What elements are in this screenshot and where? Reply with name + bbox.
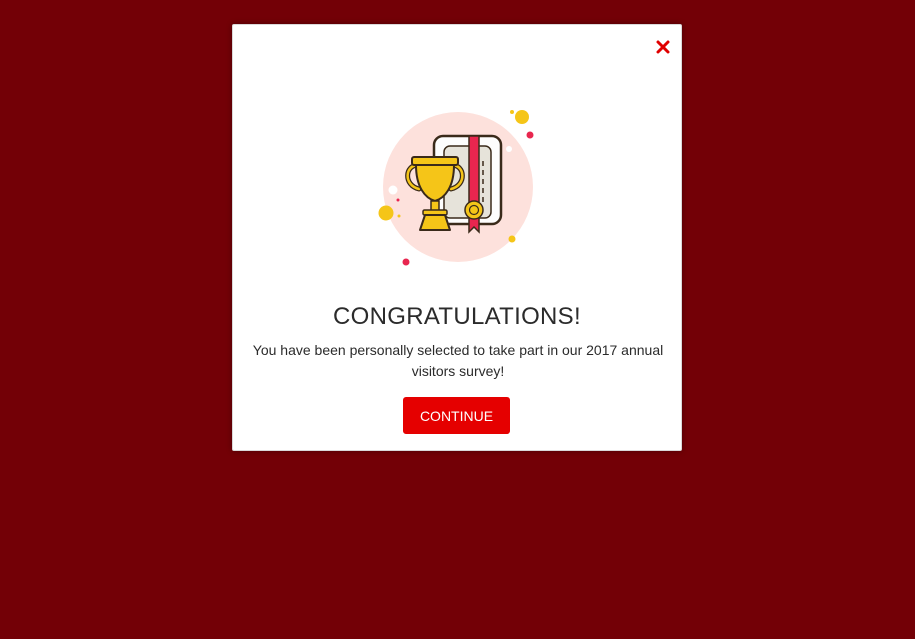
trophy-certificate-illustration [378, 110, 534, 266]
modal-title: CONGRATULATIONS! [333, 303, 581, 330]
survey-modal: CONGRATULATIONS! You have been personall… [232, 24, 682, 451]
modal-message: You have been personally selected to tak… [252, 342, 664, 379]
close-icon[interactable] [655, 39, 671, 55]
continue-button[interactable]: CONTINUE [403, 397, 510, 434]
